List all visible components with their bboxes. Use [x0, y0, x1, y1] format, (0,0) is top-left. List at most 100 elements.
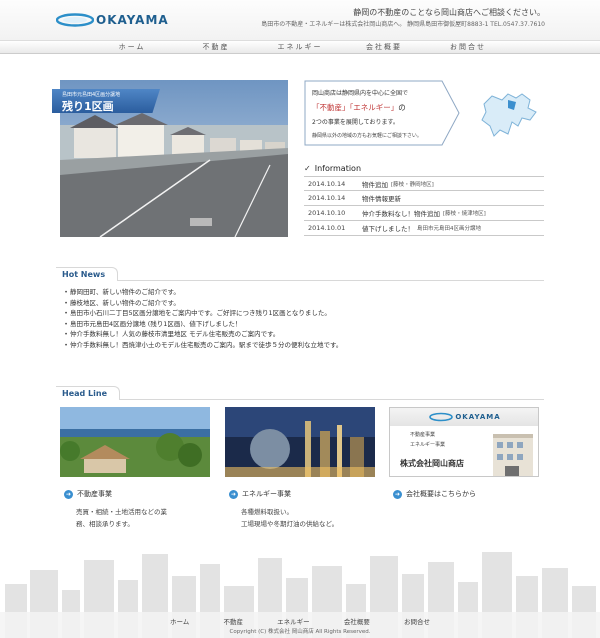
hot-news-heading: Hot News [56, 267, 544, 281]
information-text: 物件情報更新 [362, 195, 401, 203]
list-item[interactable]: • 仲介手数料無し！西焼津小土のモデル住宅販売のご案内。駅まで徒歩５分の便利な立地… [62, 340, 542, 351]
section-divider [56, 280, 544, 281]
information-list: 2014.10.14 物件追加 [藤枝・静岡地区] 2014.10.14 物件情… [304, 176, 544, 236]
real-estate-link[interactable]: ➜ 不動産事業 [64, 488, 112, 500]
bullet-icon: • [64, 309, 68, 318]
real-estate-desc: 売買・相続・土地活用などの業 務、相談承ります。 [76, 506, 167, 530]
global-nav: ホーム 不動産 エネルギー 会社概要 お問合せ [0, 40, 600, 54]
hot-news-title: Hot News [56, 267, 119, 281]
header-address: 島田市の不動産・エネルギーは株式会社岡山商店へ。 静岡県島田市御仮屋町8883-… [261, 21, 545, 28]
shizuoka-map-icon [481, 93, 537, 137]
news-text: 藤枝地区、新しい物件のご紹介です。 [70, 298, 180, 307]
real-estate-desc-line-2: 務、相談承ります。 [76, 520, 134, 528]
list-item[interactable]: • 藤枝地区、新しい物件のご紹介です。 [62, 298, 542, 309]
arrow-right-icon: ➜ [229, 489, 238, 499]
copyright: Copyright (C) 株式会社 岡山商店 All Rights Reser… [229, 629, 371, 635]
headline-heading: Head Line [56, 386, 544, 400]
news-text: 島田市小石川二丁目5区画分譲地をご案内中です。ご好評につき残り1区画となりました… [70, 309, 331, 318]
intro-balloon: 岡山商店は静岡県内を中心に全国で 「不動産」「エネルギー」の 2つの事業を展開し… [304, 80, 460, 146]
company-link-title: 会社概要はこちらから [406, 490, 476, 498]
building-icon [493, 434, 533, 476]
information-title: Information [314, 163, 362, 173]
footer-nav-energy[interactable]: エネルギー [277, 616, 310, 626]
information-text: 物件追加 [362, 180, 388, 189]
section-divider [56, 399, 544, 400]
intro-keyword-energy: 「エネルギー」 [349, 103, 399, 112]
information-area: [藤枝・静岡地区] [391, 181, 434, 188]
real-estate-desc-line-1: 売買・相続・土地活用などの業 [76, 508, 167, 516]
nav-company[interactable]: 会社概要 [342, 41, 426, 55]
news-text: 静岡田町、新しい物件のご紹介です。 [70, 288, 180, 296]
intro-text-4: 静岡県以外の地域の方もお気軽にご相談下さい。 [312, 133, 422, 139]
arrow-right-icon: ➜ [64, 489, 73, 499]
site-header: OKAYAMA 静岡の不動産のことなら岡山商店へご相談ください。 島田市の不動産… [0, 0, 600, 40]
bullet-icon: • [64, 319, 68, 328]
hero-banner[interactable]: 島田市元島田4区画分譲地 残り1区画 [52, 89, 160, 113]
information-area: 島田市元島田4区画分譲地 [417, 226, 482, 232]
information-date: 2014.10.01 [308, 224, 346, 232]
information-text: 仲介手数料なし！物件追加 [362, 210, 440, 218]
news-text: 仲介手数料無し！人気の藤枝市清里地区 モデル住宅販売のご案内です。 [70, 330, 280, 339]
energy-desc-line-2: 工場現場や冬期灯油の供給など。 [241, 520, 339, 528]
bullet-icon: • [64, 298, 68, 307]
bullet-icon: • [64, 330, 68, 339]
intro-text-3: 2つの事業を展開しております。 [312, 119, 399, 126]
footer-nav-home[interactable]: ホーム [170, 616, 189, 626]
energy-link[interactable]: ➜ エネルギー事業 [229, 488, 291, 500]
nav-contact[interactable]: お問合せ [426, 41, 510, 55]
site-logo[interactable]: OKAYAMA [56, 10, 176, 30]
information-area: [藤枝・焼津地区] [443, 211, 486, 217]
hero-banner-caption: 島田市元島田4区画分譲地 [62, 92, 121, 98]
information-date: 2014.10.10 [308, 209, 346, 217]
bullet-icon: • [64, 288, 68, 296]
list-item[interactable]: • 島田市小石川二丁目5区画分譲地をご案内中です。ご好評につき残り1区画となりまし… [62, 308, 542, 319]
energy-card-image[interactable] [225, 407, 375, 477]
information-date: 2014.10.14 [308, 194, 346, 202]
nav-home[interactable]: ホーム [90, 41, 174, 55]
company-card-name: 株式会社岡山商店 [400, 459, 464, 468]
company-card-logo: OKAYAMA [390, 408, 538, 426]
news-text: 仲介手数料無し！西焼津小土のモデル住宅販売のご案内。駅まで徒歩５分の便利な立地で… [70, 340, 343, 349]
energy-title: エネルギー事業 [242, 490, 291, 498]
information-heading: ✓ Information [304, 161, 544, 175]
headline-title: Head Line [56, 386, 120, 400]
company-card-line-1: 不動産事業 [410, 432, 436, 438]
energy-desc-line-1: 各種燃料取扱い。 [241, 508, 293, 516]
hot-news-list: • 静岡田町、新しい物件のご紹介です。 • 藤枝地区、新しい物件のご紹介です。 • 島… [62, 287, 542, 351]
logo-text: OKAYAMA [96, 13, 169, 27]
company-card-line-2: エネルギー事業 [410, 442, 446, 448]
list-item[interactable]: • 静岡田町、新しい物件のご紹介です。 [62, 287, 542, 298]
intro-keyword-real-estate: 「不動産」 [312, 103, 350, 112]
intro-text-2: 「不動産」「エネルギー」の [312, 102, 406, 113]
header-tagline: 静岡の不動産のことなら岡山商店へご相談ください。 [353, 8, 545, 17]
nav-real-estate[interactable]: 不動産 [174, 41, 258, 55]
information-row[interactable]: 2014.10.10 仲介手数料なし！物件追加 [藤枝・焼津地区] [304, 206, 544, 221]
nav-energy[interactable]: エネルギー [258, 41, 342, 55]
real-estate-card-image[interactable] [60, 407, 210, 477]
information-row[interactable]: 2014.10.01 値下げしました！ 島田市元島田4区画分譲地 [304, 221, 544, 236]
footer-nav-real-estate[interactable]: 不動産 [223, 616, 243, 626]
information-date: 2014.10.14 [308, 179, 346, 188]
energy-desc: 各種燃料取扱い。 工場現場や冬期灯油の供給など。 [241, 506, 338, 530]
company-card-logo-text: OKAYAMA [455, 413, 501, 421]
intro-text-1: 岡山商店は静岡県内を中心に全国で [312, 90, 409, 97]
logo-swoosh-icon [56, 13, 94, 27]
company-link[interactable]: ➜ 会社概要はこちらから [393, 488, 476, 500]
checkmark-icon: ✓ [304, 163, 311, 173]
company-card[interactable]: OKAYAMA 不動産事業 エネルギー事業 株式会社岡山商店 [389, 407, 539, 477]
arrow-right-icon: ➜ [393, 489, 402, 499]
list-item[interactable]: • 島田市元島田4区画分譲地 (残り1区画)、値下げしました！ [62, 319, 542, 330]
information-row[interactable]: 2014.10.14 物件情報更新 [304, 191, 544, 206]
footer-nav: ホーム 不動産 エネルギー 会社概要 お問合せ [170, 616, 430, 626]
information-row[interactable]: 2014.10.14 物件追加 [藤枝・静岡地区] [304, 176, 544, 191]
list-item[interactable]: • 仲介手数料無し！人気の藤枝市清里地区 モデル住宅販売のご案内です。 [62, 329, 542, 340]
logo-swoosh-icon [429, 412, 454, 422]
information-text: 値下げしました！ [362, 225, 414, 233]
footer-nav-contact[interactable]: お問合せ [404, 616, 430, 626]
intro-particle: の [398, 103, 406, 112]
hero-banner-headline: 残り1区画 [62, 100, 114, 113]
bullet-icon: • [64, 340, 68, 349]
footer-nav-company[interactable]: 会社概要 [344, 616, 370, 626]
news-text: 島田市元島田4区画分譲地 (残り1区画)、値下げしました！ [70, 319, 242, 328]
real-estate-title: 不動産事業 [77, 490, 112, 498]
